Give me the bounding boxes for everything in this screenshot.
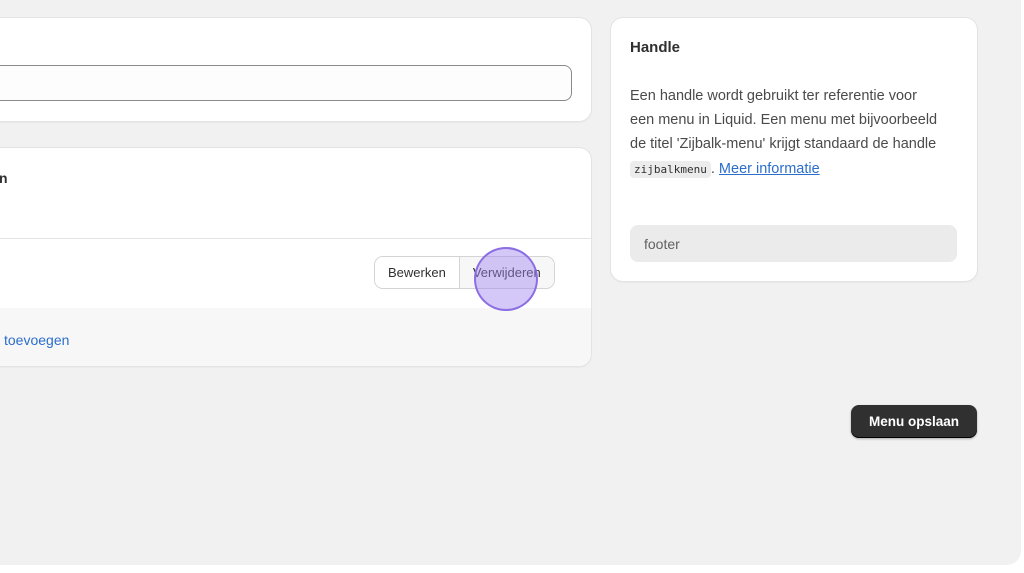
handle-input[interactable] [630, 225, 957, 262]
handle-card: Handle Een handle wordt gebruikt ter ref… [611, 18, 977, 281]
add-menu-item-link[interactable]: toevoegen [4, 332, 69, 348]
menu-title-card [0, 18, 591, 121]
viewport: n Bewerken Verwijderen toevoegen Handle … [0, 0, 1024, 573]
menu-title-input[interactable] [0, 65, 572, 101]
save-menu-button[interactable]: Menu opslaan [851, 405, 977, 438]
edit-button[interactable]: Bewerken [375, 257, 459, 288]
delete-button[interactable]: Verwijderen [458, 257, 554, 288]
add-menu-item-row: toevoegen [0, 308, 591, 366]
handle-description: Een handle wordt gebruikt ter referentie… [630, 84, 940, 182]
menu-item-row: Bewerken Verwijderen [0, 239, 591, 308]
handle-heading: Handle [630, 39, 681, 56]
menu-item-actions: Bewerken Verwijderen [375, 257, 554, 288]
handle-description-punct: . [710, 160, 719, 177]
handle-description-text: Een handle wordt gebruikt ter referentie… [630, 88, 938, 153]
handle-example-code: zijbalkmenu [630, 160, 711, 178]
more-info-link[interactable]: Meer informatie [719, 161, 820, 177]
menu-items-card: n Bewerken Verwijderen toevoegen [0, 148, 591, 366]
menu-items-heading: n [0, 170, 8, 186]
